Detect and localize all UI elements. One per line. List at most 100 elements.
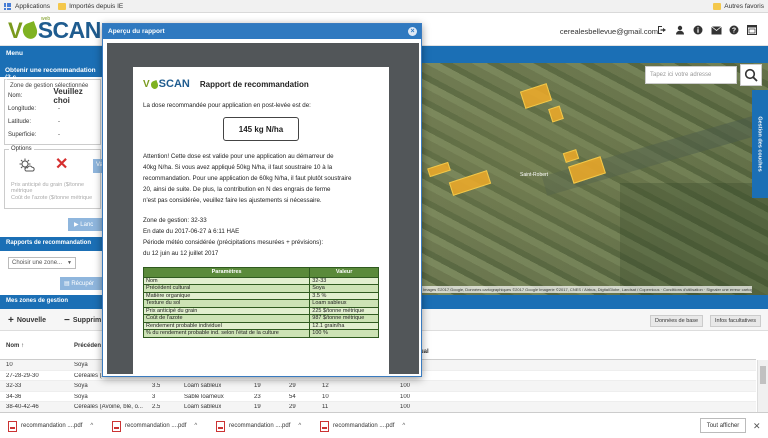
zones-scrollbar[interactable] xyxy=(757,360,768,412)
field-label: Longitude: xyxy=(8,105,37,112)
cell-value: 19 xyxy=(254,383,261,389)
svg-text:?: ? xyxy=(732,28,736,35)
folder-icon xyxy=(713,2,722,10)
bookmark-other[interactable]: Autres favoris xyxy=(713,2,764,10)
param-value: 12.1 grain/ha xyxy=(309,321,379,330)
tab-base-data[interactable]: Données de base xyxy=(650,315,704,327)
new-zone-button[interactable]: + Nouvelle xyxy=(8,314,46,327)
download-item[interactable]: recommandation ....pdf ^ xyxy=(112,420,197,432)
tab-optional-info[interactable]: Infos facultatives xyxy=(710,315,761,327)
chevron-up-icon[interactable]: ^ xyxy=(298,423,301,429)
cell-texture: Loam sableux xyxy=(184,383,222,389)
map-attribution: Images ©2017 Google, Données cartographi… xyxy=(420,286,752,293)
search-icon[interactable] xyxy=(740,64,762,86)
cell-name: 34-36 xyxy=(6,393,22,400)
download-filename: recommandation ....pdf xyxy=(229,423,291,429)
table-row: % du rendement probable ind. selon l'éta… xyxy=(142,329,379,338)
chevron-up-icon[interactable]: ^ xyxy=(194,423,197,429)
modal-titlebar[interactable]: Aperçu du rapport × xyxy=(103,24,421,39)
nitrogen-cost-input[interactable]: Coût de l'azote ($/tonne métrique xyxy=(11,195,92,201)
field-row-superficie: Superficie: - xyxy=(8,128,97,141)
weather-icon[interactable] xyxy=(19,158,35,172)
bookmark-imported-ie[interactable]: Importés depuis IE xyxy=(58,2,123,10)
chevron-up-icon[interactable]: ^ xyxy=(90,423,93,429)
pdf-file-icon xyxy=(112,420,121,432)
cell-value: 10 xyxy=(322,393,329,400)
table-row: Précédent cultural Soya xyxy=(142,284,379,293)
column-header-name[interactable]: Nom ↑ xyxy=(6,343,24,349)
layer-management-tab[interactable]: Gestion des couches xyxy=(752,90,768,198)
map-place-label: Saint-Robert xyxy=(520,172,549,178)
param-value: Soya xyxy=(309,284,379,293)
download-filename: recommandation ....pdf xyxy=(333,423,395,429)
cell-previous: Soya xyxy=(74,383,88,389)
info-icon[interactable] xyxy=(692,24,704,36)
close-icon[interactable]: ✕ xyxy=(55,157,68,173)
button-label: Supprim xyxy=(72,317,102,324)
doc-warning-line: Attention! Cette dose est valide pour un… xyxy=(143,153,334,160)
user-email: cerealesbellevue@gmail.com xyxy=(559,27,658,36)
download-item[interactable]: recommandation ....pdf ^ xyxy=(8,420,93,432)
help-icon[interactable]: ? xyxy=(728,24,740,36)
satellite-map[interactable] xyxy=(420,63,768,295)
download-bar: recommandation ....pdf ^ recommandation .… xyxy=(0,412,768,438)
minus-icon: − xyxy=(64,315,70,326)
bookmark-applications[interactable]: Applications xyxy=(4,2,50,10)
cell-value: 23 xyxy=(254,393,261,400)
apps-grid-icon xyxy=(4,2,12,10)
scrollbar-thumb[interactable] xyxy=(760,366,766,384)
delete-zone-button[interactable]: − Supprim xyxy=(64,314,101,327)
map-search-input[interactable]: Tapez ici votre adresse xyxy=(645,66,737,84)
doc-intro: La dose recommandée pour application en … xyxy=(143,102,311,109)
report-preview-modal: Aperçu du rapport × V SCAN Rapport de re… xyxy=(102,23,422,377)
close-icon[interactable]: × xyxy=(408,27,417,36)
cell-texture: Loam sableux xyxy=(184,404,222,410)
cell-value: 19 xyxy=(254,404,261,410)
cell-value: 100 xyxy=(400,383,411,389)
close-icon[interactable]: ✕ xyxy=(753,421,761,432)
modal-title: Aperçu du rapport xyxy=(108,28,165,35)
show-all-downloads-button[interactable]: Tout afficher xyxy=(700,418,746,433)
table-row: Matière organique 3.5 % xyxy=(142,291,379,300)
retrieve-button[interactable]: ▤ Récupér xyxy=(60,277,106,290)
leaf-icon xyxy=(20,20,40,41)
options-fieldset: Options ✕ Va Prix anticipé du grain ($/t… xyxy=(4,146,111,209)
cell-previous: Soya xyxy=(74,362,88,368)
tab-label: Gestion des couches xyxy=(757,116,764,172)
pdf-file-icon xyxy=(8,420,17,432)
logo-v: V xyxy=(143,79,150,90)
doc-warning-line: 20, ainsi de suite. De plus, la contribu… xyxy=(143,186,331,193)
pdf-file-icon xyxy=(216,420,225,432)
pdf-viewer[interactable]: V SCAN Rapport de recommandation La dose… xyxy=(107,43,419,374)
table-row[interactable]: 38-40-42-46 Céréales (Avoine, blé, o... … xyxy=(0,402,756,412)
cell-value: 12 xyxy=(322,383,329,389)
table-row: Prix anticipé du grain 225 $/tonne métriq… xyxy=(142,306,379,315)
user-icon[interactable] xyxy=(674,24,686,36)
table-row[interactable]: 32-33 Soya 3.5 Loam sableux 19 29 12 100 xyxy=(0,381,756,392)
field-value: Veuillez choi xyxy=(53,86,83,105)
select-value: Choisir une zone... xyxy=(12,260,63,266)
selected-zone-fieldset: Zone de gestion sélectionnée Nom: Veuille… xyxy=(4,79,101,145)
bookmark-label: Autres favoris xyxy=(724,2,764,10)
table-row[interactable]: 34-36 Soya 3 Sable loameux 23 54 10 100 xyxy=(0,392,756,402)
launch-button[interactable]: ▶ Lanc xyxy=(68,218,106,231)
download-item[interactable]: recommandation ....pdf ^ xyxy=(320,420,405,432)
download-item[interactable]: recommandation ....pdf ^ xyxy=(216,420,301,432)
grain-price-input[interactable]: Prix anticipé du grain ($/tonne métrique xyxy=(11,182,100,194)
chevron-down-icon: ▼ xyxy=(67,260,72,266)
window-icon[interactable] xyxy=(746,24,758,36)
table-row: Rendement probable individuel 12.1 grain/… xyxy=(142,321,379,330)
param-value: 225 $/tonne métrique xyxy=(309,306,379,315)
column-header: Paramètres xyxy=(142,267,311,278)
doc-detail-line: du 12 juin au 12 juillet 2017 xyxy=(143,250,219,257)
column-header-previous[interactable]: Précéden xyxy=(74,343,101,349)
zone-select[interactable]: Choisir une zone... ▼ xyxy=(8,257,76,269)
dose-value: 145 kg N/ha xyxy=(223,117,299,141)
cell-previous: Soya xyxy=(74,393,88,400)
mail-icon[interactable] xyxy=(710,24,722,36)
chevron-up-icon[interactable]: ^ xyxy=(402,423,405,429)
cell-name: 38-40-42-46 xyxy=(6,404,39,410)
table-row: Texture du sol Loam sableux xyxy=(142,299,379,308)
pdf-page: V SCAN Rapport de recommandation La dose… xyxy=(133,67,389,374)
sign-out-icon[interactable] xyxy=(656,24,668,36)
